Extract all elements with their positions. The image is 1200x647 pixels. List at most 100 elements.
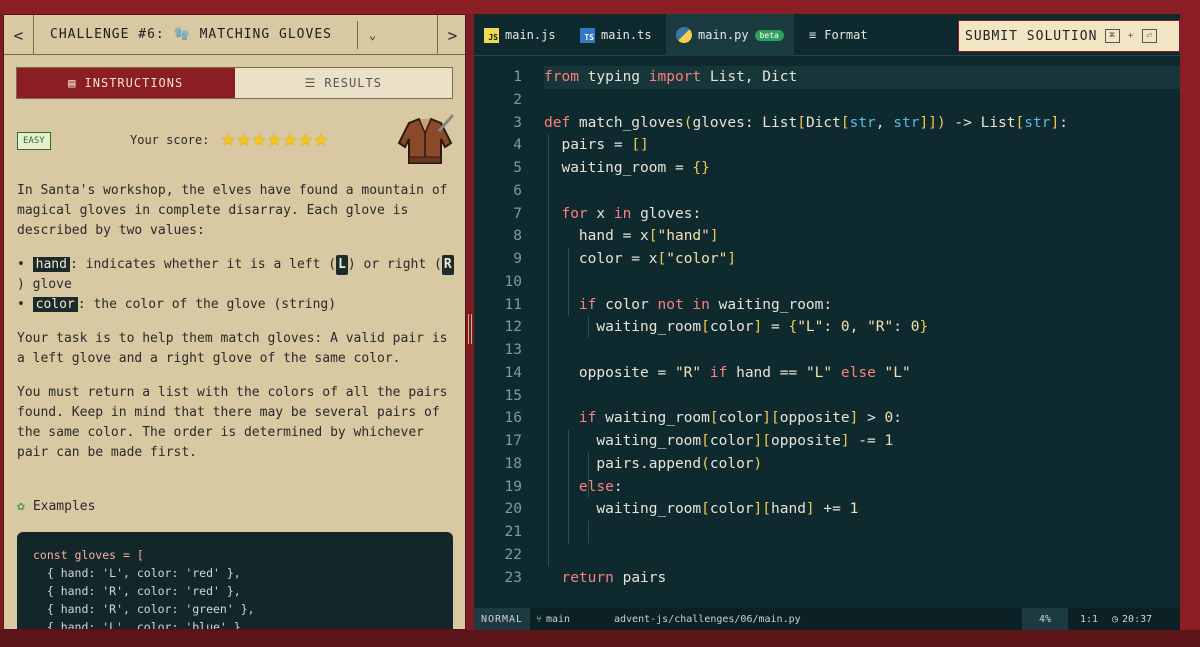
tab-main-py[interactable]: main.py beta <box>666 14 794 56</box>
panel-splitter[interactable] <box>466 14 474 630</box>
code-color: color <box>32 297 78 312</box>
code-line: waiting_room[color] = {"L": 0, "R": 0} <box>544 319 929 336</box>
score-stars: ★ ★ ★ ★ ★ ★ ★ <box>221 125 328 151</box>
tab-main-js[interactable]: JS main.js <box>474 14 566 56</box>
panel-tabs: ▤ INSTRUCTIONS ☰ RESULTS <box>16 67 453 99</box>
align-left-icon: ≡ <box>809 28 817 42</box>
code-line: waiting_room[color][hand] += 1 <box>544 501 859 518</box>
example-line: { hand: 'L', color: 'blue' }, <box>33 620 248 630</box>
line-number: 18 <box>504 455 522 472</box>
list-item: • color: the color of the glove (string) <box>17 297 337 312</box>
indent-guide <box>568 248 569 316</box>
next-challenge-button[interactable]: > <box>437 15 465 55</box>
example-line: { hand: 'R', color: 'green' }, <box>33 602 255 616</box>
clock: ◷ 20:37 <box>1112 608 1180 630</box>
tab-label: main.ts <box>601 28 652 42</box>
submit-label: SUBMIT SOLUTION <box>965 28 1098 44</box>
examples-label: Examples <box>32 499 96 514</box>
python-icon <box>676 27 692 43</box>
tab-instructions-label: INSTRUCTIONS <box>84 76 184 90</box>
star-icon: ★ <box>282 124 298 152</box>
time-label: 20:37 <box>1122 613 1153 625</box>
format-button[interactable]: ≡ Format <box>809 14 868 56</box>
line-number: 12 <box>504 319 522 336</box>
typescript-icon: TS <box>580 27 595 43</box>
star-icon: ★ <box>221 124 236 152</box>
tab-instructions[interactable]: ▤ INSTRUCTIONS <box>17 68 235 98</box>
line-number: 19 <box>504 478 522 495</box>
key-r: R <box>441 255 454 275</box>
tab-label: main.py <box>698 28 749 42</box>
code-line: waiting_room = {} <box>544 160 710 176</box>
branch-name: main <box>546 613 571 625</box>
code-line: for x in gloves: <box>561 205 702 222</box>
code-line: from typing import List, Dict <box>544 66 1180 89</box>
line-number: 23 <box>504 569 522 586</box>
code-content[interactable]: from typing import List, Dict def match_… <box>544 66 1180 589</box>
code-line: pairs.append(color) <box>544 455 763 472</box>
star-icon: ★ <box>313 124 329 152</box>
bottom-strip <box>0 630 1200 647</box>
code-editor[interactable]: 1 2 3 4 5 6 7 8 9 10 11 12 13 14 15 16 17 18 19 20 21 22 23 fr… <box>474 66 1180 601</box>
description-paragraph: In Santa's workshop, the elves have foun… <box>17 183 448 238</box>
submit-solution-button[interactable]: SUBMIT SOLUTION ⌘ + ⏎ <box>958 20 1180 52</box>
indent-guide <box>588 452 589 498</box>
clock-icon: ◷ <box>1112 613 1119 625</box>
line-number: 2 <box>513 91 522 108</box>
tab-main-ts[interactable]: TS main.ts <box>570 14 662 56</box>
scroll-percent: 4% <box>1022 608 1068 630</box>
list-item-text: : indicates whether it is a left ( <box>69 257 337 272</box>
command-key-icon: ⌘ <box>1105 29 1120 43</box>
code-line: if color not in waiting_room: <box>578 296 833 313</box>
list-item-text: : the color of the glove (string) <box>77 297 337 312</box>
code-line: color = x["color"] <box>544 251 737 267</box>
beta-badge: beta <box>754 29 784 41</box>
tab-results[interactable]: ☰ RESULTS <box>234 68 452 98</box>
challenge-description: In Santa's workshop, the elves have foun… <box>17 181 457 477</box>
tab-results-label: RESULTS <box>324 76 382 90</box>
indent-guide <box>548 134 549 566</box>
example-line: const gloves = [ <box>33 548 144 562</box>
star-icon: ★ <box>251 124 267 152</box>
description-paragraph: You must return a list with the colors o… <box>17 385 448 460</box>
examples-icon: ✿ <box>17 499 25 514</box>
challenge-dropdown-button[interactable]: ⌄ <box>357 21 387 49</box>
prev-challenge-button[interactable]: < <box>4 15 34 55</box>
star-icon: ★ <box>236 124 251 152</box>
editor-panel: JS main.js TS main.ts main.py beta ≡ For… <box>474 14 1180 630</box>
line-number: 15 <box>504 387 522 404</box>
line-number: 4 <box>513 137 522 154</box>
example-line: { hand: 'L', color: 'red' }, <box>33 566 241 580</box>
git-branch: ⑂ main <box>536 608 570 630</box>
instructions-panel: < CHALLENGE #6: 🧤 MATCHING GLOVES ⌄ > ▤ … <box>3 14 466 630</box>
line-number: 8 <box>513 228 522 245</box>
code-line: def match_gloves(gloves: List[Dict[str, … <box>544 114 1068 131</box>
challenge-title: CHALLENGE #6: 🧤 MATCHING GLOVES <box>50 27 332 42</box>
list-item: • hand: indicates whether it is a left (… <box>17 255 454 292</box>
line-number: 10 <box>504 273 522 290</box>
indent-guide <box>588 316 589 338</box>
star-icon: ★ <box>298 124 313 152</box>
code-line: return pairs <box>561 569 667 586</box>
top-strip <box>0 0 1200 14</box>
splitter-grip[interactable] <box>468 314 472 344</box>
tab-label: main.js <box>505 28 556 42</box>
description-paragraph: Your task is to help them match gloves: … <box>17 331 448 366</box>
indent-guide <box>568 430 569 544</box>
file-tabs: JS main.js TS main.ts main.py beta ≡ For… <box>474 14 1180 56</box>
cursor-position: 1:1 <box>1079 613 1099 625</box>
description-list: • hand: indicates whether it is a left (… <box>17 255 457 315</box>
chevron-right-icon: > <box>447 25 458 45</box>
line-number: 22 <box>504 546 522 563</box>
example-code-block: const gloves = [ { hand: 'L', color: 're… <box>17 532 453 630</box>
line-number: 6 <box>513 182 522 199</box>
line-number: 5 <box>513 160 522 176</box>
right-edge <box>1180 14 1200 630</box>
code-line: opposite = "R" if hand == "L" else "L" <box>544 364 911 381</box>
